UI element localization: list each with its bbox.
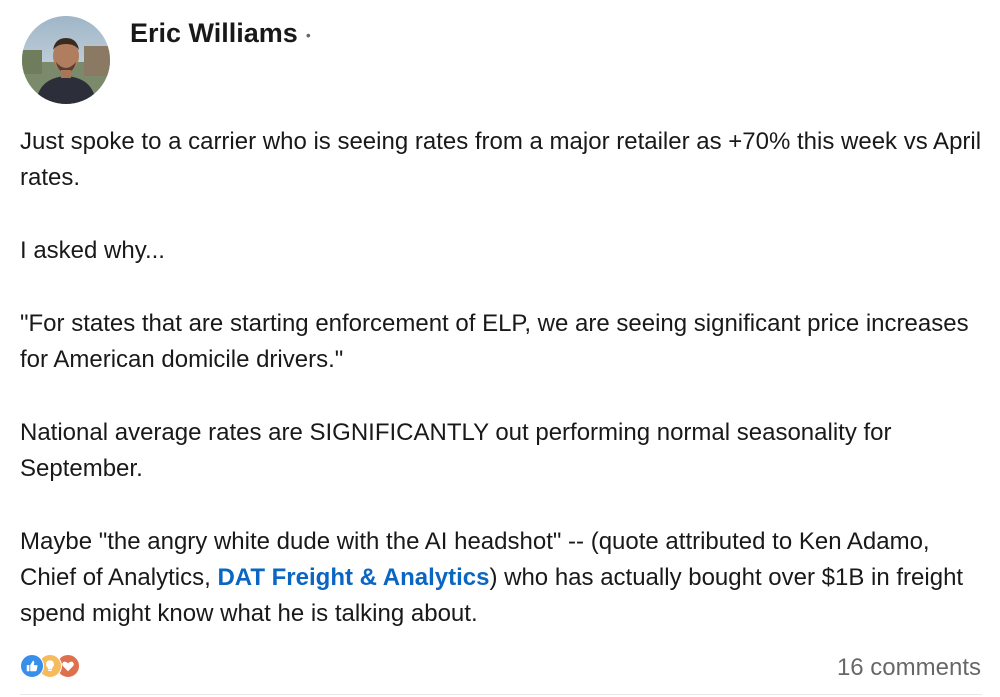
divider [20,694,982,695]
author-separator-dot: • [305,27,311,43]
author-avatar[interactable] [22,16,110,104]
author-name[interactable]: Eric Williams [130,18,298,49]
post-paragraph: National average rates are SIGNIFICANTLY… [20,419,892,482]
post-paragraph-last: Maybe "the angry white dude with the AI … [20,524,985,632]
reactions-summary[interactable] [20,653,80,679]
post-paragraph: "For states that are starting enforcemen… [20,310,969,373]
post-paragraph: I asked why... [20,237,165,264]
post-paragraph: Just spoke to a carrier who is seeing ra… [20,128,982,191]
comments-count-link[interactable]: 16 comments [837,654,981,682]
author-header: Eric Williams • [130,16,311,50]
company-mention-link[interactable]: DAT Freight & Analytics [217,564,489,591]
like-icon [20,654,44,678]
post-body: Just spoke to a carrier who is seeing ra… [20,124,985,669]
